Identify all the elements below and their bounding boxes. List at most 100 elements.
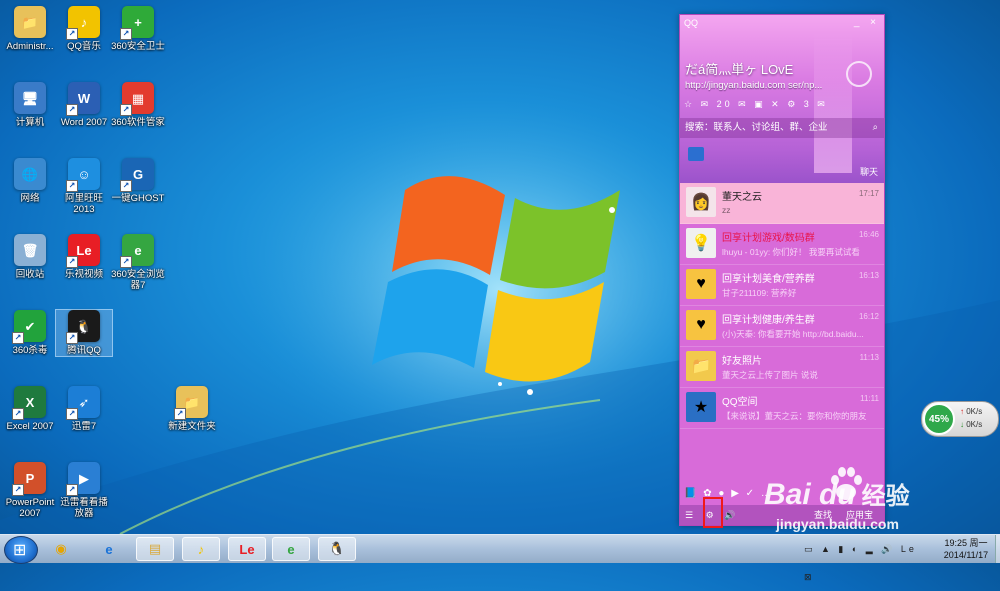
icon-word-2007-image: W ↗ — [66, 82, 100, 116]
icon-recycle-bin-image: 🗑 — [14, 234, 46, 266]
icon-onekey-ghost[interactable]: G ↗ 一键GHOST — [110, 158, 166, 204]
icon-excel-2007-image: X ↗ — [12, 386, 46, 420]
avatar: 💡 — [686, 228, 716, 258]
tab-chat[interactable]: 聊天 — [860, 165, 878, 178]
conversation-item[interactable]: 💡 回享计划游戏/数码群 lhuyu - 01yy: 你们好！ 我要再试试看 16:4… — [680, 224, 884, 265]
sound-icon[interactable]: 🔊 — [724, 510, 735, 520]
icon-360-software-manager[interactable]: ▦ ↗ 360软件管家 — [110, 82, 166, 128]
shortcut-arrow-icon: ↗ — [120, 104, 132, 116]
taskbar-explorer[interactable]: ▤ — [136, 537, 174, 561]
taskbar-ie[interactable]: e — [90, 537, 128, 561]
conversation-item[interactable]: ♥ 回享计划美食/营养群 甘子211109: 营养好 16:13 — [680, 265, 884, 306]
icon-network[interactable]: 🌐 网络 — [2, 158, 58, 204]
clock-date: 2014/11/17 — [943, 550, 989, 560]
icon-360-safe[interactable]: + ↗ 360安全卫士 — [110, 6, 166, 52]
avatar: 📁 — [686, 351, 716, 381]
conversation-item[interactable]: ★ QQ空间 【来说说】董天之云：要你和你的朋友 11:11 — [680, 388, 884, 429]
desktop-icon-label: 回收站 — [15, 269, 45, 280]
icon-xunlei-player-image: ▶ ↗ — [66, 462, 100, 496]
desktop-icon-label: Word 2007 — [60, 117, 108, 128]
conversation-time: 16:13 — [858, 271, 879, 280]
tab-contacts[interactable] — [688, 147, 704, 161]
shortcut-arrow-icon: ↗ — [66, 484, 78, 496]
memory-percent: 45% — [923, 403, 955, 435]
icon-360-antivirus-image: ✔ ↗ — [12, 310, 46, 344]
desktop-icon-label: 迅雷看看播放器 — [60, 497, 108, 519]
icon-letv-image: Le ↗ — [66, 234, 100, 268]
qq-main-panel[interactable]: QQ _ × だá简灬単ヶ LOvE http://jingyan.baidu.… — [679, 14, 885, 526]
icon-360-safe-image: + ↗ — [120, 6, 154, 40]
icon-xunlei[interactable]: ➶ ↗ 迅雷7 — [56, 386, 112, 432]
shortcut-arrow-icon: ↗ — [66, 28, 78, 40]
desktop-icon-label: 360杀毒 — [12, 345, 48, 356]
icon-xunlei-player[interactable]: ▶ ↗ 迅雷看看播放器 — [56, 462, 112, 519]
icon-aliwangwang[interactable]: ☺ ↗ 阿里旺旺 2013 — [56, 158, 112, 215]
qq-nickname[interactable]: だá简灬単ヶ LOvE — [685, 59, 793, 78]
desktop-icon-label: 迅雷7 — [71, 421, 97, 432]
start-button[interactable] — [4, 536, 38, 564]
icon-word-2007[interactable]: W ↗ Word 2007 — [56, 82, 112, 128]
desktop-icon-label: 腾讯QQ — [67, 345, 101, 356]
shortcut-arrow-icon: ↗ — [120, 28, 132, 40]
taskbar-letv[interactable]: Le — [228, 537, 266, 561]
icon-360-browser-image: e ↗ — [120, 234, 154, 268]
shortcut-arrow-icon: ↗ — [12, 484, 24, 496]
conversation-item[interactable]: 📁 好友照片 董天之云上传了图片 说说 11:13 — [680, 347, 884, 388]
main-menu-icon[interactable]: ☰ — [685, 510, 693, 520]
icon-administrator[interactable]: 📁 Administr... — [2, 6, 58, 52]
icon-tencent-qq[interactable]: 🐧 ↗ 腾讯QQ — [55, 309, 113, 357]
icon-letv[interactable]: Le ↗ 乐视视频 — [56, 234, 112, 280]
desktop-icon-label: 360软件管家 — [111, 117, 165, 128]
desktop-icon-label: 新建文件夹 — [168, 421, 216, 432]
conversation-item[interactable]: 👩 董天之云 zz 17:17 — [680, 183, 884, 224]
upload-speed: ↑ 0K/s — [960, 407, 983, 416]
show-desktop-button[interactable] — [995, 535, 1000, 563]
window-buttons[interactable]: _ × — [854, 17, 880, 28]
avatar: ♥ — [686, 310, 716, 340]
search-icon[interactable]: ⌕ — [873, 118, 878, 138]
desktop-icon-label: 计算机 — [15, 117, 45, 128]
icon-recycle-bin[interactable]: 🗑 回收站 — [2, 234, 58, 280]
icon-excel-2007[interactable]: X ↗ Excel 2007 — [2, 386, 58, 432]
icon-360-software-manager-image: ▦ ↗ — [120, 82, 154, 116]
icon-qq-music[interactable]: ♪ ↗ QQ音乐 — [56, 6, 112, 52]
icon-360-antivirus[interactable]: ✔ ↗ 360杀毒 — [2, 310, 58, 356]
shortcut-arrow-icon: ↗ — [12, 332, 24, 344]
qq-signature[interactable]: http://jingyan.baidu.com ser/np... — [685, 80, 822, 91]
conversation-name: 董天之云 — [722, 192, 762, 203]
icon-360-browser[interactable]: e ↗ 360安全浏览器7 — [110, 234, 166, 291]
desktop-icon-label: 360安全浏览器7 — [111, 269, 165, 291]
taskbar-qq[interactable]: 🐧 — [318, 537, 356, 561]
icon-computer[interactable]: 🖥 计算机 — [2, 82, 58, 128]
taskbar-360browser[interactable]: e — [272, 537, 310, 561]
icon-powerpoint-2007[interactable]: P ↗ PowerPoint 2007 — [2, 462, 58, 519]
moon-decoration — [846, 61, 872, 87]
conversation-name: QQ空间 — [722, 397, 758, 408]
icon-network-image: 🌐 — [14, 158, 46, 190]
icon-aliwangwang-image: ☺ ↗ — [66, 158, 100, 192]
qq-title: QQ — [684, 18, 699, 28]
clock[interactable]: 19:25 周一 2014/11/17 — [936, 537, 996, 561]
conversation-time: 11:11 — [860, 394, 879, 403]
avatar: 👩 — [686, 187, 716, 217]
desktop-icon-label: QQ音乐 — [67, 41, 101, 52]
conversation-name: 好友照片 — [722, 356, 762, 367]
desktop-icon-label: 网络 — [20, 193, 40, 204]
conversation-time: 17:17 — [858, 189, 879, 198]
taskbar-qqmusic[interactable]: ♪ — [182, 537, 220, 561]
conversation-item[interactable]: ♥ 回享计划健康/养生群 (小)天秦: 你看要开始 http://bd.baidu.… — [680, 306, 884, 347]
system-tray[interactable]: ▭ ▲ ▮ ◐ ▂ 🔊 Le ⊠ — [804, 535, 930, 582]
net-speed-widget[interactable]: 45% ↑ 0K/s ↓ 0K/s — [921, 401, 999, 437]
shortcut-arrow-icon: ↗ — [66, 332, 78, 344]
conversation-name: 回享计划游戏/数码群 — [722, 233, 815, 244]
conversation-preview: (小)天秦: 你看要开始 http://bd.baidu... — [722, 329, 864, 339]
qq-status-toolbar[interactable]: ☆ ✉ 20 ✉ ▣ ✕ ⚙ 3 ✉ — [684, 99, 828, 110]
icon-new-folder[interactable]: 📁 ↗ 新建文件夹 — [164, 386, 220, 432]
icon-administrator-image: 📁 — [14, 6, 46, 38]
conversation-list: 👩 董天之云 zz 17:17 💡 回享计划游戏/数码群 lhuyu - 01yy: 你们好… — [680, 183, 884, 429]
taskbar-360[interactable]: ◉ — [42, 537, 80, 561]
qq-search-bar[interactable]: 搜索：联系人、讨论组、群、企业 ⌕ — [680, 118, 884, 138]
baidu-watermark: Bai du 经验 — [764, 478, 910, 511]
desktop-icon-label: 一键GHOST — [111, 193, 165, 204]
icon-new-folder-image: 📁 ↗ — [174, 386, 208, 420]
